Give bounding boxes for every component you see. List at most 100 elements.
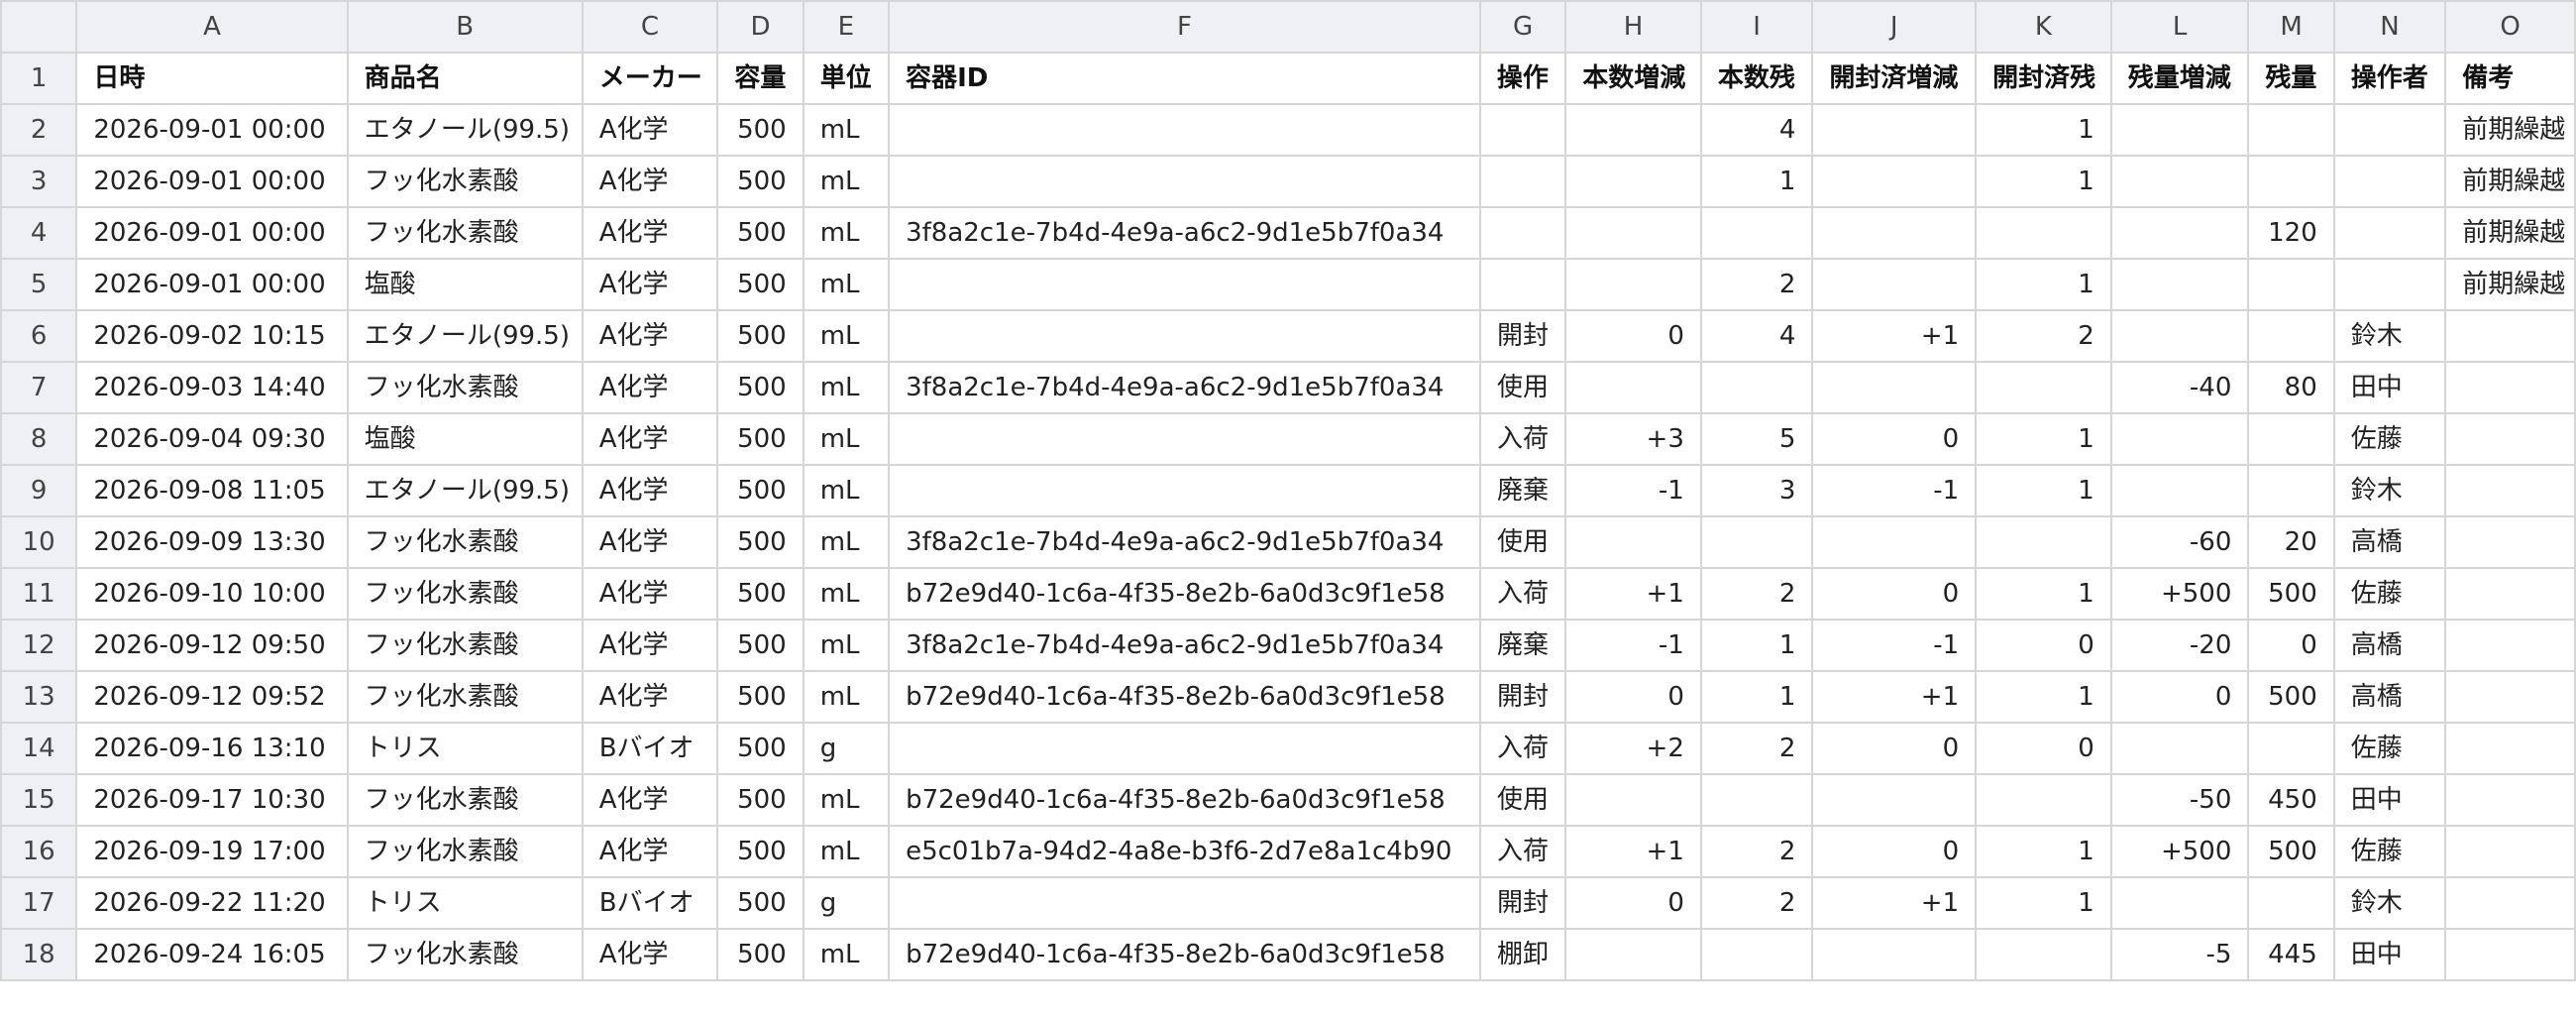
- row-header[interactable]: 3: [0, 155, 78, 208]
- cell-opened-remaining[interactable]: 2: [1975, 309, 2112, 363]
- cell-opened-remaining[interactable]: 1: [1975, 567, 2112, 621]
- cell-maker[interactable]: A化学: [581, 103, 719, 157]
- cell-opened-change[interactable]: 0: [1811, 825, 1978, 878]
- column-header-a[interactable]: A: [75, 0, 349, 54]
- row-header[interactable]: 12: [0, 619, 78, 672]
- cell-maker[interactable]: Bバイオ: [581, 722, 719, 775]
- cell-product-name[interactable]: フッ化水素酸: [346, 155, 584, 208]
- cell-operation[interactable]: 入荷: [1478, 722, 1567, 775]
- cell-notes[interactable]: [2444, 567, 2576, 621]
- cell-count-remaining[interactable]: [1699, 361, 1814, 414]
- cell-opened-change[interactable]: 0: [1811, 722, 1978, 775]
- cell-operation[interactable]: 入荷: [1478, 825, 1567, 878]
- column-header-j[interactable]: J: [1811, 0, 1978, 54]
- cell-volume-change[interactable]: -50: [2109, 773, 2250, 827]
- cell-operation[interactable]: 開封: [1478, 309, 1567, 363]
- cell-count-change[interactable]: 0: [1564, 670, 1702, 724]
- cell-opened-remaining[interactable]: [1975, 928, 2112, 981]
- cell-notes[interactable]: [2444, 773, 2576, 827]
- cell-opened-change[interactable]: 0: [1811, 412, 1978, 466]
- row-header[interactable]: 4: [0, 206, 78, 260]
- column-header-o[interactable]: O: [2444, 0, 2576, 54]
- cell-datetime[interactable]: 2026-09-01 00:00: [75, 155, 349, 208]
- cell-product-name[interactable]: エタノール(99.5): [346, 103, 584, 157]
- cell-maker[interactable]: A化学: [581, 619, 719, 672]
- cell-volume-remaining[interactable]: [2247, 309, 2335, 363]
- cell-datetime[interactable]: 2026-09-01 00:00: [75, 206, 349, 260]
- cell-container-id[interactable]: [888, 412, 1481, 466]
- cell-count-change[interactable]: +2: [1564, 722, 1702, 775]
- cell-volume-change[interactable]: [2109, 876, 2250, 930]
- cell-operator[interactable]: 高橋: [2332, 670, 2447, 724]
- cell-count-remaining[interactable]: 2: [1699, 722, 1814, 775]
- cell-datetime[interactable]: 2026-09-04 09:30: [75, 412, 349, 466]
- cell-operator[interactable]: [2332, 155, 2447, 208]
- cell-opened-remaining[interactable]: [1975, 773, 2112, 827]
- cell-count-change[interactable]: [1564, 155, 1702, 208]
- header-cell-datetime[interactable]: 日時: [75, 52, 349, 105]
- cell-count-change[interactable]: +1: [1564, 567, 1702, 621]
- cell-opened-change[interactable]: [1811, 515, 1978, 569]
- cell-unit[interactable]: g: [802, 722, 891, 775]
- cell-volume-remaining[interactable]: 500: [2247, 670, 2335, 724]
- cell-product-name[interactable]: フッ化水素酸: [346, 206, 584, 260]
- header-cell-capacity[interactable]: 容量: [716, 52, 805, 105]
- cell-volume-remaining[interactable]: 120: [2247, 206, 2335, 260]
- cell-capacity[interactable]: 500: [716, 928, 805, 981]
- cell-capacity[interactable]: 500: [716, 309, 805, 363]
- cell-container-id[interactable]: 3f8a2c1e-7b4d-4e9a-a6c2-9d1e5b7f0a34: [888, 206, 1481, 260]
- cell-count-remaining[interactable]: 5: [1699, 412, 1814, 466]
- cell-container-id[interactable]: [888, 876, 1481, 930]
- cell-capacity[interactable]: 500: [716, 155, 805, 208]
- cell-capacity[interactable]: 500: [716, 464, 805, 517]
- row-header[interactable]: 18: [0, 928, 78, 981]
- row-header[interactable]: 13: [0, 670, 78, 724]
- cell-container-id[interactable]: b72e9d40-1c6a-4f35-8e2b-6a0d3c9f1e58: [888, 928, 1481, 981]
- cell-product-name[interactable]: エタノール(99.5): [346, 309, 584, 363]
- cell-opened-change[interactable]: [1811, 206, 1978, 260]
- cell-opened-remaining[interactable]: 1: [1975, 155, 2112, 208]
- cell-datetime[interactable]: 2026-09-01 00:00: [75, 258, 349, 311]
- cell-volume-change[interactable]: [2109, 103, 2250, 157]
- cell-count-remaining[interactable]: 3: [1699, 464, 1814, 517]
- cell-datetime[interactable]: 2026-09-17 10:30: [75, 773, 349, 827]
- cell-datetime[interactable]: 2026-09-19 17:00: [75, 825, 349, 878]
- cell-volume-change[interactable]: [2109, 309, 2250, 363]
- cell-operation[interactable]: 使用: [1478, 515, 1567, 569]
- column-header-e[interactable]: E: [802, 0, 891, 54]
- cell-operation[interactable]: 入荷: [1478, 567, 1567, 621]
- cell-notes[interactable]: [2444, 722, 2576, 775]
- cell-opened-remaining[interactable]: 1: [1975, 258, 2112, 311]
- header-cell-operation[interactable]: 操作: [1478, 52, 1567, 105]
- cell-capacity[interactable]: 500: [716, 515, 805, 569]
- cell-maker[interactable]: A化学: [581, 928, 719, 981]
- cell-capacity[interactable]: 500: [716, 206, 805, 260]
- column-header-m[interactable]: M: [2247, 0, 2335, 54]
- header-cell-opened-remaining[interactable]: 開封済残: [1975, 52, 2112, 105]
- column-header-n[interactable]: N: [2332, 0, 2447, 54]
- cell-product-name[interactable]: フッ化水素酸: [346, 619, 584, 672]
- cell-maker[interactable]: A化学: [581, 155, 719, 208]
- cell-unit[interactable]: mL: [802, 155, 891, 208]
- cell-volume-change[interactable]: -40: [2109, 361, 2250, 414]
- cell-opened-remaining[interactable]: 0: [1975, 619, 2112, 672]
- cell-opened-change[interactable]: [1811, 258, 1978, 311]
- row-header[interactable]: 8: [0, 412, 78, 466]
- cell-unit[interactable]: mL: [802, 361, 891, 414]
- header-cell-maker[interactable]: メーカー: [581, 52, 719, 105]
- cell-volume-change[interactable]: [2109, 155, 2250, 208]
- cell-datetime[interactable]: 2026-09-02 10:15: [75, 309, 349, 363]
- cell-notes[interactable]: 前期繰越: [2444, 155, 2576, 208]
- row-header[interactable]: 16: [0, 825, 78, 878]
- cell-volume-remaining[interactable]: [2247, 722, 2335, 775]
- column-header-d[interactable]: D: [716, 0, 805, 54]
- cell-volume-change[interactable]: +500: [2109, 825, 2250, 878]
- cell-operator[interactable]: 田中: [2332, 928, 2447, 981]
- cell-opened-remaining[interactable]: 1: [1975, 670, 2112, 724]
- cell-notes[interactable]: [2444, 825, 2576, 878]
- cell-unit[interactable]: mL: [802, 567, 891, 621]
- cell-unit[interactable]: mL: [802, 825, 891, 878]
- cell-volume-remaining[interactable]: [2247, 155, 2335, 208]
- cell-volume-change[interactable]: +500: [2109, 567, 2250, 621]
- cell-operation[interactable]: 入荷: [1478, 412, 1567, 466]
